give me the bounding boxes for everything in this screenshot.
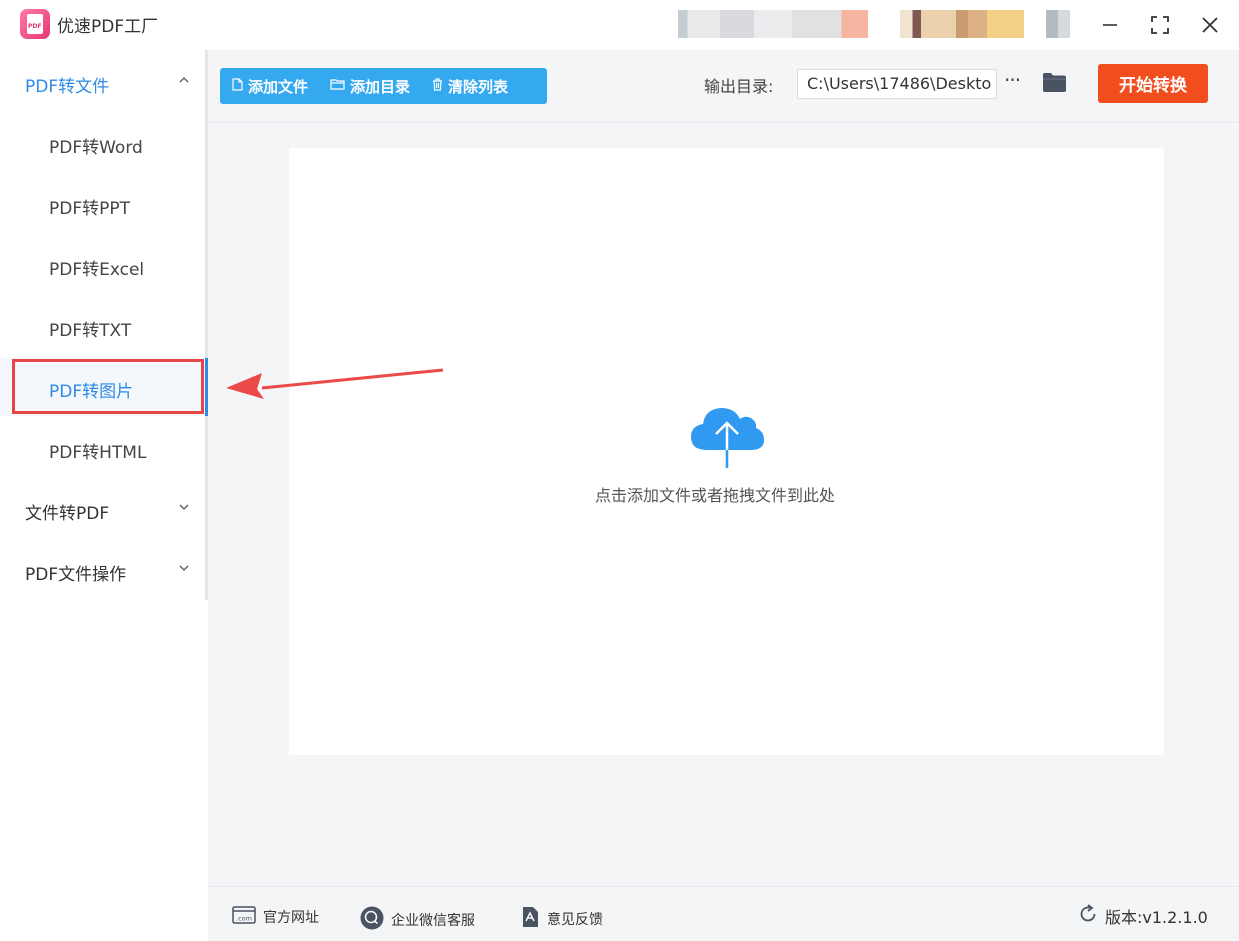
file-toolbar: 添加文件 添加目录 清除列表 <box>220 68 547 104</box>
sidebar-group-file-to-pdf[interactable]: 文件转PDF <box>25 499 189 524</box>
app-logo-icon: PDF <box>20 9 50 39</box>
sidebar-item-pdf-to-html[interactable]: PDF转HTML <box>49 438 146 463</box>
toolbar-divider <box>208 122 1239 123</box>
feedback-link[interactable]: 意见反馈 <box>520 906 603 932</box>
sidebar: PDF转文件 PDF转Word PDF转PPT PDF转Excel PDF转TX… <box>0 50 208 941</box>
maximize-icon[interactable] <box>1143 8 1177 42</box>
more-options-icon[interactable]: ··· <box>1004 68 1021 92</box>
app-title: 优速PDF工厂 <box>57 17 159 37</box>
sidebar-item-pdf-to-ppt[interactable]: PDF转PPT <box>49 194 130 219</box>
sidebar-group-pdf-operations[interactable]: PDF文件操作 <box>25 560 189 585</box>
start-convert-button[interactable]: 开始转换 <box>1098 64 1208 103</box>
output-dir-input[interactable]: C:\Users\17486\Deskto <box>797 69 997 99</box>
wechat-service-link[interactable]: 企业微信客服 <box>360 906 475 934</box>
output-dir-label: 输出目录: <box>704 77 774 96</box>
wechat-icon <box>360 906 384 934</box>
folder-outline-icon <box>330 78 345 94</box>
sidebar-group-label: PDF转文件 <box>25 77 110 97</box>
sidebar-group-label: PDF文件操作 <box>25 565 127 585</box>
add-folder-button[interactable]: 添加目录 <box>330 76 410 97</box>
add-file-button[interactable]: 添加文件 <box>232 76 308 97</box>
version-info[interactable]: 版本:v1.2.1.0 <box>1078 904 1208 928</box>
chevron-down-icon <box>178 501 190 517</box>
chevron-up-icon <box>178 74 190 90</box>
cloud-upload-icon[interactable] <box>689 405 765 470</box>
svg-text:.com: .com <box>236 915 252 923</box>
sidebar-group-label: 文件转PDF <box>25 504 110 524</box>
drop-zone-hint: 点击添加文件或者拖拽文件到此处 <box>595 486 836 505</box>
blurred-region <box>678 10 868 38</box>
annotation-highlight-box <box>12 359 204 414</box>
close-icon[interactable] <box>1193 8 1227 42</box>
blurred-region <box>1046 10 1070 38</box>
minimize-icon[interactable] <box>1093 8 1127 42</box>
clear-list-button[interactable]: 清除列表 <box>432 76 508 97</box>
file-icon <box>232 77 243 95</box>
title-bar: PDF 优速PDF工厂 <box>0 0 1239 50</box>
sidebar-item-pdf-to-txt[interactable]: PDF转TXT <box>49 316 131 341</box>
refresh-icon <box>1078 904 1098 928</box>
chevron-down-icon <box>178 562 190 578</box>
sidebar-group-pdf-to-file[interactable]: PDF转文件 <box>25 72 189 97</box>
sidebar-item-pdf-to-excel[interactable]: PDF转Excel <box>49 255 144 280</box>
feedback-icon <box>520 906 540 932</box>
open-folder-icon[interactable] <box>1042 72 1067 93</box>
website-icon: .com <box>232 906 256 928</box>
blurred-region <box>900 10 1024 38</box>
website-link[interactable]: .com 官方网址 <box>232 906 319 928</box>
sidebar-item-pdf-to-word[interactable]: PDF转Word <box>49 133 143 158</box>
trash-icon <box>432 77 443 95</box>
